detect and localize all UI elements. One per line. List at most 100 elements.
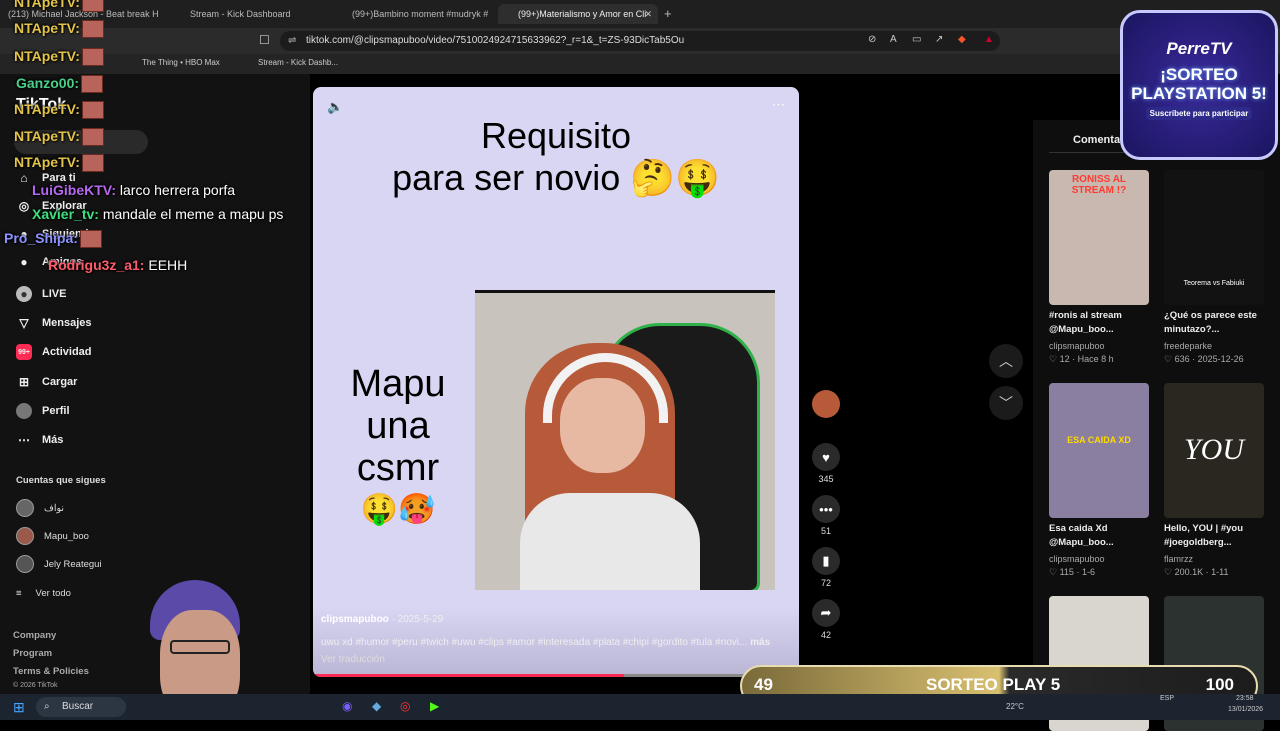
cast-icon[interactable]: ▭: [912, 34, 921, 45]
compass-icon: ◎: [18, 199, 30, 213]
nav-perfil[interactable]: Perfil: [16, 401, 70, 421]
like-button[interactable]: ♥ 345: [808, 443, 844, 484]
nav-actividad[interactable]: 99+ Actividad: [16, 342, 92, 362]
previous-video-button[interactable]: ︿: [989, 344, 1023, 378]
tab-kick-dashboard[interactable]: Stream - Kick Dashboard: [172, 4, 327, 24]
creator-avatar[interactable]: [808, 390, 844, 421]
taskbar-search[interactable]: ⌕ Buscar: [36, 697, 126, 717]
emote-icon: [79, 230, 102, 249]
app-icon[interactable]: ◆: [372, 699, 381, 713]
video-thumbnail: YOU: [1164, 383, 1264, 518]
bookmark-icon[interactable]: ☐: [259, 33, 270, 47]
comment-button[interactable]: ••• 51: [808, 495, 844, 536]
bookmark-hbo[interactable]: The Thing • HBO Max: [142, 58, 220, 67]
emote-icon: [81, 154, 104, 173]
nav-mas[interactable]: ⋯ Más: [16, 430, 63, 450]
avatar: [812, 390, 840, 418]
profile-icon: [16, 403, 32, 419]
video-inset-frame: [475, 290, 775, 590]
tab-tiktok-active[interactable]: (99+)Materialismo y Amor en Cli ✕: [498, 4, 658, 24]
emote-icon: [81, 101, 104, 120]
chat-line: Pro_Shipa:: [4, 230, 102, 249]
footer-company[interactable]: Company: [13, 630, 56, 641]
kick-icon[interactable]: ▶: [430, 699, 439, 713]
tab-tiktok-bambino[interactable]: (99+)Bambino moment #mudryk #ve: [338, 4, 488, 24]
related-video-card[interactable]: Teorema vs Fabiuki ¿Qué os parece este m…: [1164, 170, 1268, 365]
emote-icon: [81, 20, 104, 39]
browser-icon[interactable]: ◎: [400, 699, 410, 713]
mute-icon[interactable]: ⊘: [868, 34, 876, 45]
live-icon: ●: [16, 286, 32, 302]
footer-terms[interactable]: Terms & Policies: [13, 666, 89, 677]
discord-icon[interactable]: ◉: [342, 699, 352, 713]
following-item[interactable]: نواف: [16, 498, 64, 518]
emote-icon: [81, 48, 104, 67]
following-item[interactable]: Jely Reategui: [16, 554, 102, 574]
bookmark-icon: ▮: [812, 547, 840, 575]
nav-mensajes[interactable]: ▽ Mensajes: [16, 313, 91, 333]
avatar: [16, 499, 34, 517]
translate-icon[interactable]: A: [890, 34, 897, 45]
next-video-button[interactable]: ﹀: [989, 386, 1023, 420]
following-item[interactable]: Mapu_boo: [16, 526, 89, 546]
video-thumbnail: RONISS AL STREAM !?: [1049, 170, 1149, 305]
close-tab-icon[interactable]: ✕: [644, 4, 652, 24]
save-button[interactable]: ▮ 72: [808, 547, 844, 588]
browser-tab-bar: (213) Michael Jackson - Beat break H Str…: [0, 0, 1280, 28]
more-options-icon[interactable]: ⋯: [772, 97, 785, 113]
chat-line: NTApeTV:: [14, 0, 104, 13]
see-all-link[interactable]: ≡ Ver todo: [16, 583, 71, 603]
video-thumbnail: Teorema vs Fabiuki: [1164, 170, 1264, 305]
translate-link[interactable]: Ver traducción: [321, 654, 385, 665]
weather-widget[interactable]: 22°C: [1006, 702, 1024, 711]
windows-start-icon[interactable]: ⊞: [13, 699, 25, 716]
share-button[interactable]: ➦ 42: [808, 599, 844, 640]
chat-line: NTApeTV:: [14, 20, 104, 39]
nav-cargar[interactable]: ⊞ Cargar: [16, 372, 78, 392]
chat-line: Rodrigu3z_a1: EEHH: [48, 257, 188, 273]
chat-line: LuiGibeKTV: larco herrera porfa: [32, 182, 236, 198]
address-bar-row: ☐ ⇌ tiktok.com/@clipsmapuboo/video/751002…: [0, 28, 1280, 54]
emote-icon: [81, 0, 104, 13]
rewards-icon[interactable]: ▲: [984, 34, 994, 45]
chat-line: NTApeTV:: [14, 48, 104, 67]
video-player[interactable]: 🔈 ⋯ Requisito para ser novio 🤔🤑 Mapu una …: [313, 87, 799, 677]
related-video-card[interactable]: ESA CAIDA XD Esa caida Xd @Mapu_boo... c…: [1049, 383, 1153, 578]
list-icon: ≡: [16, 587, 22, 599]
emote-icon: [81, 75, 104, 94]
chat-line: NTApeTV:: [14, 154, 104, 173]
friends-icon: ●: [20, 255, 28, 269]
footer-program[interactable]: Program: [13, 648, 52, 659]
video-side-text: Mapu una csmr 🤑🥵: [350, 363, 446, 526]
video-overlay-title: Requisito para ser novio 🤔🤑: [392, 115, 720, 198]
more-link[interactable]: más: [750, 637, 770, 648]
search-icon: ⌕: [44, 701, 50, 712]
upload-icon: ⊞: [18, 375, 30, 389]
chevron-up-icon: ︿: [999, 353, 1013, 369]
related-video-card[interactable]: YOU Hello, YOU | #you #joegoldberg... fl…: [1164, 383, 1268, 578]
nav-live[interactable]: ● LIVE: [16, 284, 66, 304]
related-video-card[interactable]: RONISS AL STREAM !? #ronis al stream @Ma…: [1049, 170, 1153, 365]
following-title: Cuentas que sigues: [16, 475, 106, 486]
language-indicator[interactable]: ESP: [1160, 695, 1174, 702]
video-thumbnail: ESA CAIDA XD: [1049, 383, 1149, 518]
chat-line: NTApeTV:: [14, 128, 104, 147]
clock-time[interactable]: 23:58: [1236, 695, 1254, 702]
volume-icon[interactable]: 🔈: [327, 99, 343, 115]
chevron-down-icon: ﹀: [999, 395, 1013, 411]
brave-shield-icon[interactable]: ◆: [958, 34, 966, 45]
giveaway-badge: PerreTV ¡SORTEO PLAYSTATION 5! Suscríbet…: [1120, 10, 1278, 160]
share-icon[interactable]: ↗: [935, 34, 943, 45]
bookmark-kick[interactable]: Stream - Kick Dashb...: [258, 58, 338, 67]
message-icon: ▽: [19, 316, 29, 330]
clock-date[interactable]: 13/01/2026: [1228, 706, 1263, 713]
video-author-line[interactable]: clipsmapuboo · 2025-5-29: [321, 614, 443, 625]
windows-taskbar: ⊞ ⌕ Buscar ◉ ◆ ◎ ▶ 22°C ESP 23:58 13/01/2…: [0, 694, 1280, 720]
avatar: [16, 555, 34, 573]
new-tab-button[interactable]: +: [664, 4, 678, 24]
chat-line: Xavier_tv: mandale el meme a mapu ps: [32, 206, 284, 222]
inbox-icon: 99+: [16, 344, 32, 360]
site-info-icon[interactable]: ⇌: [288, 31, 296, 51]
emote-icon: [81, 128, 104, 147]
video-progress-bar[interactable]: [313, 674, 799, 677]
